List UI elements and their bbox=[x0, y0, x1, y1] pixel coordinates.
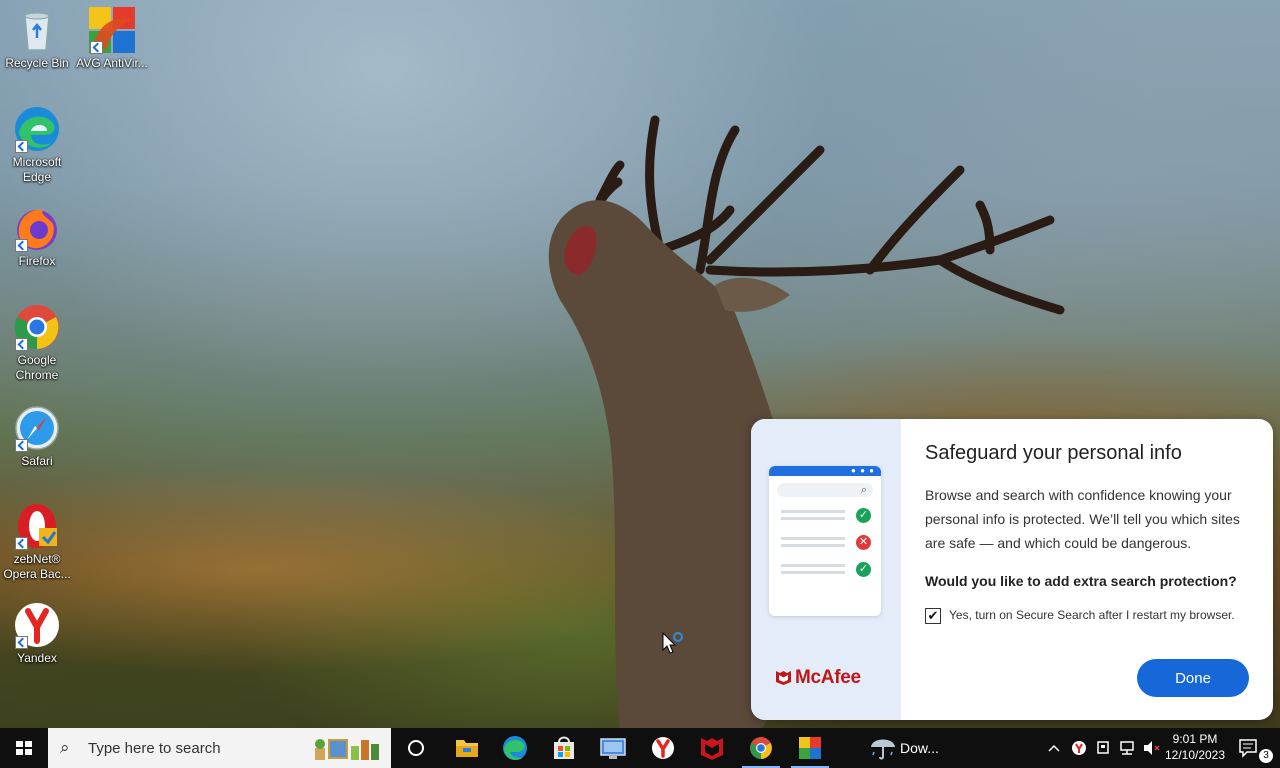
mcafee-icon bbox=[701, 738, 723, 760]
opera-backup-icon bbox=[13, 502, 61, 550]
action-center-button[interactable]: 3 bbox=[1235, 728, 1280, 768]
tray-volume[interactable] bbox=[1140, 728, 1162, 768]
task-view-icon bbox=[408, 740, 424, 756]
check-icon: ✓ bbox=[856, 562, 871, 577]
weather-label: Dow... bbox=[900, 740, 939, 756]
network-icon bbox=[1120, 741, 1134, 755]
desktop-icon-label: Yandex bbox=[17, 651, 57, 665]
result-row-safe: ✓ bbox=[781, 562, 873, 578]
shortcut-arrow-icon bbox=[15, 636, 28, 649]
desktop-icon-edge[interactable]: Microsoft Edge bbox=[1, 105, 73, 185]
remote-desktop-icon bbox=[600, 738, 626, 759]
brand-name: McAfee bbox=[795, 667, 861, 688]
result-row-dangerous: ✕ bbox=[781, 535, 873, 551]
desktop-icon-label: Safari bbox=[21, 454, 53, 468]
mcafee-logo: McAfee bbox=[775, 667, 861, 689]
tray-device[interactable] bbox=[1092, 728, 1114, 768]
edge-icon bbox=[13, 105, 61, 153]
taskbar-remote-desktop[interactable] bbox=[590, 728, 636, 768]
safari-icon bbox=[13, 404, 61, 452]
task-view-button[interactable] bbox=[393, 728, 439, 768]
start-button[interactable] bbox=[0, 728, 48, 768]
notification-icon bbox=[1239, 739, 1257, 758]
search-icon: ⌕ bbox=[60, 738, 70, 757]
clock-date: 12/10/2023 bbox=[1164, 748, 1226, 762]
taskbar-mcafee[interactable] bbox=[689, 728, 735, 768]
avg-antivirus-icon bbox=[88, 6, 136, 54]
desktop-icon-chrome[interactable]: Google Chrome bbox=[1, 303, 73, 383]
check-icon: ✓ bbox=[856, 508, 871, 523]
dialog-illustration-panel: ● ● ● ⌕ ✓ ✕ ✓ McAfee bbox=[751, 419, 901, 720]
taskbar-edge[interactable] bbox=[492, 728, 538, 768]
desktop-icon-safari[interactable]: Safari bbox=[1, 404, 73, 469]
desktop-icon-label: Google Chrome bbox=[15, 353, 59, 382]
dialog-question: Would you like to add extra search prote… bbox=[925, 573, 1237, 589]
dialog-body-text: Browse and search with confidence knowin… bbox=[925, 487, 1240, 551]
firefox-icon bbox=[13, 204, 61, 252]
volume-muted-icon bbox=[1144, 741, 1160, 755]
more-dots-icon: ● ● ● bbox=[851, 466, 875, 475]
mcafee-shield-icon bbox=[776, 671, 791, 685]
mouse-cursor-icon bbox=[662, 632, 683, 654]
taskbar-search-box[interactable]: ⌕ Type here to search bbox=[48, 728, 391, 768]
desktop-icon-label: Recycle Bin bbox=[5, 56, 69, 70]
tray-network[interactable] bbox=[1116, 728, 1138, 768]
x-icon: ✕ bbox=[856, 535, 871, 550]
chrome-icon bbox=[13, 303, 61, 351]
edge-icon bbox=[503, 736, 527, 760]
device-icon bbox=[1097, 741, 1109, 754]
recycle-bin-icon bbox=[13, 6, 61, 54]
desktop-icon-recycle-bin[interactable]: Recycle Bin bbox=[1, 6, 73, 71]
desktop-icon-opera-backup[interactable]: zebNet® Opera Bac... bbox=[1, 502, 73, 582]
result-row-safe: ✓ bbox=[781, 508, 873, 524]
search-highlight-illustration bbox=[315, 739, 379, 760]
shortcut-arrow-icon bbox=[15, 537, 28, 550]
notification-badge: 3 bbox=[1259, 749, 1273, 763]
search-icon: ⌕ bbox=[860, 484, 867, 496]
windows-logo-icon bbox=[16, 741, 32, 755]
yandex-icon bbox=[1072, 741, 1086, 755]
shortcut-arrow-icon bbox=[15, 239, 28, 252]
chevron-up-icon bbox=[1048, 744, 1060, 752]
browser-title-bar: ● ● ● bbox=[769, 466, 881, 476]
taskbar-chrome[interactable] bbox=[738, 728, 784, 768]
taskbar-avg[interactable] bbox=[787, 728, 833, 768]
rain-umbrella-icon bbox=[871, 739, 895, 760]
microsoft-store-icon bbox=[554, 736, 574, 759]
desktop-icon-firefox[interactable]: Firefox bbox=[1, 204, 73, 269]
taskbar-clock[interactable]: 9:01 PM 12/10/2023 bbox=[1162, 731, 1228, 763]
shortcut-arrow-icon bbox=[15, 439, 28, 452]
taskbar-yandex[interactable] bbox=[640, 728, 686, 768]
search-placeholder: Type here to search bbox=[88, 740, 221, 757]
illustration-search-box: ⌕ bbox=[777, 483, 873, 497]
shortcut-arrow-icon bbox=[15, 338, 28, 351]
secure-search-checkbox-label[interactable]: Yes, turn on Secure Search after I resta… bbox=[949, 608, 1235, 622]
shortcut-arrow-icon bbox=[15, 140, 28, 153]
desktop-icon-avg[interactable]: AVG AntiVir... bbox=[76, 6, 148, 71]
mcafee-secure-search-dialog: ● ● ● ⌕ ✓ ✕ ✓ McAfee Safeguard your pers… bbox=[751, 419, 1273, 720]
yandex-icon bbox=[13, 601, 61, 649]
desktop-icon-label: Firefox bbox=[18, 254, 56, 268]
show-hidden-icons-button[interactable] bbox=[1044, 728, 1064, 768]
desktop-icon-label: AVG AntiVir... bbox=[76, 56, 148, 70]
taskbar-file-explorer[interactable] bbox=[444, 728, 490, 768]
taskbar-microsoft-store[interactable] bbox=[541, 728, 587, 768]
taskbar: ⌕ Type here to search Dow... 9:01 PM 12/… bbox=[0, 728, 1280, 768]
desktop-icon-label: Microsoft Edge bbox=[12, 155, 62, 184]
shortcut-arrow-icon bbox=[90, 41, 103, 54]
file-explorer-icon bbox=[456, 740, 478, 757]
desktop-icon-label: zebNet® Opera Bac... bbox=[3, 552, 71, 581]
dialog-title: Safeguard your personal info bbox=[925, 442, 1182, 464]
yandex-icon bbox=[652, 737, 674, 759]
desktop-icon-yandex[interactable]: Yandex bbox=[1, 601, 73, 666]
taskbar-weather-widget[interactable]: Dow... bbox=[862, 728, 962, 768]
browser-illustration: ● ● ● ⌕ ✓ ✕ ✓ bbox=[769, 466, 881, 616]
chrome-icon bbox=[750, 737, 772, 759]
done-button[interactable]: Done bbox=[1137, 659, 1249, 697]
avg-icon bbox=[799, 737, 821, 759]
clock-time: 9:01 PM bbox=[1172, 732, 1218, 746]
secure-search-checkbox[interactable]: ✔ bbox=[925, 608, 941, 624]
tray-yandex[interactable] bbox=[1068, 728, 1090, 768]
